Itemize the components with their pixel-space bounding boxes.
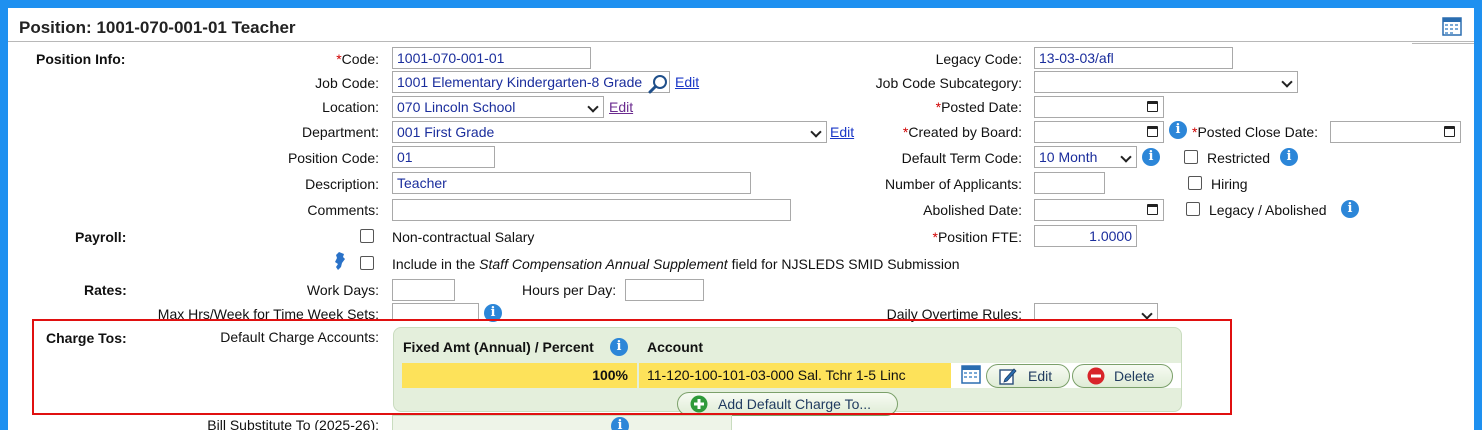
location-edit-link[interactable]: Edit (609, 99, 633, 115)
divider (1412, 43, 1474, 44)
non-contractual-checkbox[interactable] (360, 229, 374, 243)
legacy-abolished-label: Legacy / Abolished (1209, 202, 1327, 218)
description-label: Description: (305, 176, 379, 192)
position-panel: Position: 1001-070-001-01 Teacher Positi… (8, 8, 1474, 430)
posted-date-input[interactable] (1034, 96, 1164, 118)
location-select[interactable]: 070 Lincoln School (392, 96, 604, 118)
highlight-box (32, 319, 1232, 415)
nj-include-checkbox[interactable] (360, 256, 374, 270)
position-code-label: Position Code: (287, 150, 379, 166)
restricted-label: Restricted (1207, 150, 1271, 166)
search-icon[interactable] (648, 73, 670, 98)
calendar-picker-icon[interactable] (1147, 204, 1158, 215)
work-days-label: Work Days: (306, 282, 379, 298)
posted-close-date-input[interactable] (1330, 121, 1461, 143)
bill-substitute-field[interactable] (392, 415, 732, 430)
comments-label: Comments: (307, 202, 379, 218)
location-label: Location: (322, 99, 379, 115)
daily-overtime-rules-select[interactable] (1034, 303, 1158, 320)
calendar-picker-icon[interactable] (1147, 101, 1158, 112)
calendar-icon[interactable] (1442, 16, 1462, 39)
hiring-checkbox[interactable] (1188, 176, 1202, 190)
department-label: Department: (301, 124, 379, 140)
section-payroll: Payroll: (75, 229, 127, 245)
position-code-input[interactable]: 01 (392, 146, 495, 168)
code-label: *Code: (336, 51, 379, 67)
job-code-edit-link[interactable]: Edit (675, 74, 699, 90)
default-term-code-label: Default Term Code: (901, 150, 1022, 166)
section-position-info: Position Info: (36, 51, 126, 67)
department-edit-link[interactable]: Edit (830, 124, 854, 140)
default-term-code-select[interactable]: 10 Month (1034, 146, 1137, 168)
number-of-applicants-input[interactable] (1034, 172, 1105, 194)
created-by-board-input[interactable] (1034, 121, 1164, 143)
non-contractual-label: Non-contractual Salary (392, 229, 535, 245)
info-icon[interactable]: i (611, 417, 629, 430)
info-icon[interactable]: i (1169, 121, 1187, 139)
bill-substitute-label: Bill Substitute To (2025-26): (207, 417, 379, 430)
info-icon[interactable]: i (1341, 200, 1359, 218)
hours-per-day-label: Hours per Day: (522, 282, 617, 298)
created-by-board-label: *Created by Board: (902, 124, 1022, 140)
job-code-subcategory-label: Job Code Subcategory: (875, 75, 1022, 91)
number-of-applicants-label: Number of Applicants: (885, 176, 1022, 192)
work-days-input[interactable] (392, 279, 455, 301)
page-title: Position: 1001-070-001-01 Teacher (19, 18, 296, 37)
description-input[interactable]: Teacher (392, 172, 751, 194)
position-fte-label: *Position FTE: (932, 229, 1022, 245)
legacy-code-label: Legacy Code: (935, 51, 1022, 67)
abolished-date-label: Abolished Date: (923, 202, 1022, 218)
section-rates: Rates: (84, 282, 127, 298)
nj-include-label: Include in the Staff Compensation Annual… (392, 256, 960, 272)
restricted-checkbox[interactable] (1184, 150, 1198, 164)
hours-per-day-input[interactable] (625, 279, 704, 301)
title-bar: Position: 1001-070-001-01 Teacher (8, 8, 1474, 42)
calendar-picker-icon[interactable] (1147, 126, 1158, 137)
position-fte-input[interactable]: 1.0000 (1034, 225, 1137, 247)
posted-close-date-label: *Posted Close Date: (1192, 124, 1319, 140)
legacy-abolished-checkbox[interactable] (1186, 202, 1200, 216)
code-input[interactable]: 1001-070-001-01 (392, 47, 591, 69)
legacy-code-input[interactable]: 13-03-03/afl (1034, 47, 1233, 69)
abolished-date-input[interactable] (1034, 199, 1164, 221)
hiring-label: Hiring (1211, 176, 1248, 192)
posted-date-label: *Posted Date: (935, 99, 1022, 115)
info-icon[interactable]: i (1280, 148, 1298, 166)
max-hrs-input[interactable] (392, 303, 479, 320)
job-code-subcategory-select[interactable] (1034, 71, 1298, 93)
job-code-input[interactable]: 1001 Elementary Kindergarten-8 Grade (392, 71, 670, 93)
calendar-picker-icon[interactable] (1444, 126, 1455, 137)
info-icon[interactable]: i (1142, 148, 1160, 166)
new-jersey-icon (333, 252, 347, 273)
job-code-label: Job Code: (315, 75, 379, 91)
comments-input[interactable] (392, 199, 791, 221)
department-select[interactable]: 001 First Grade (392, 121, 827, 143)
